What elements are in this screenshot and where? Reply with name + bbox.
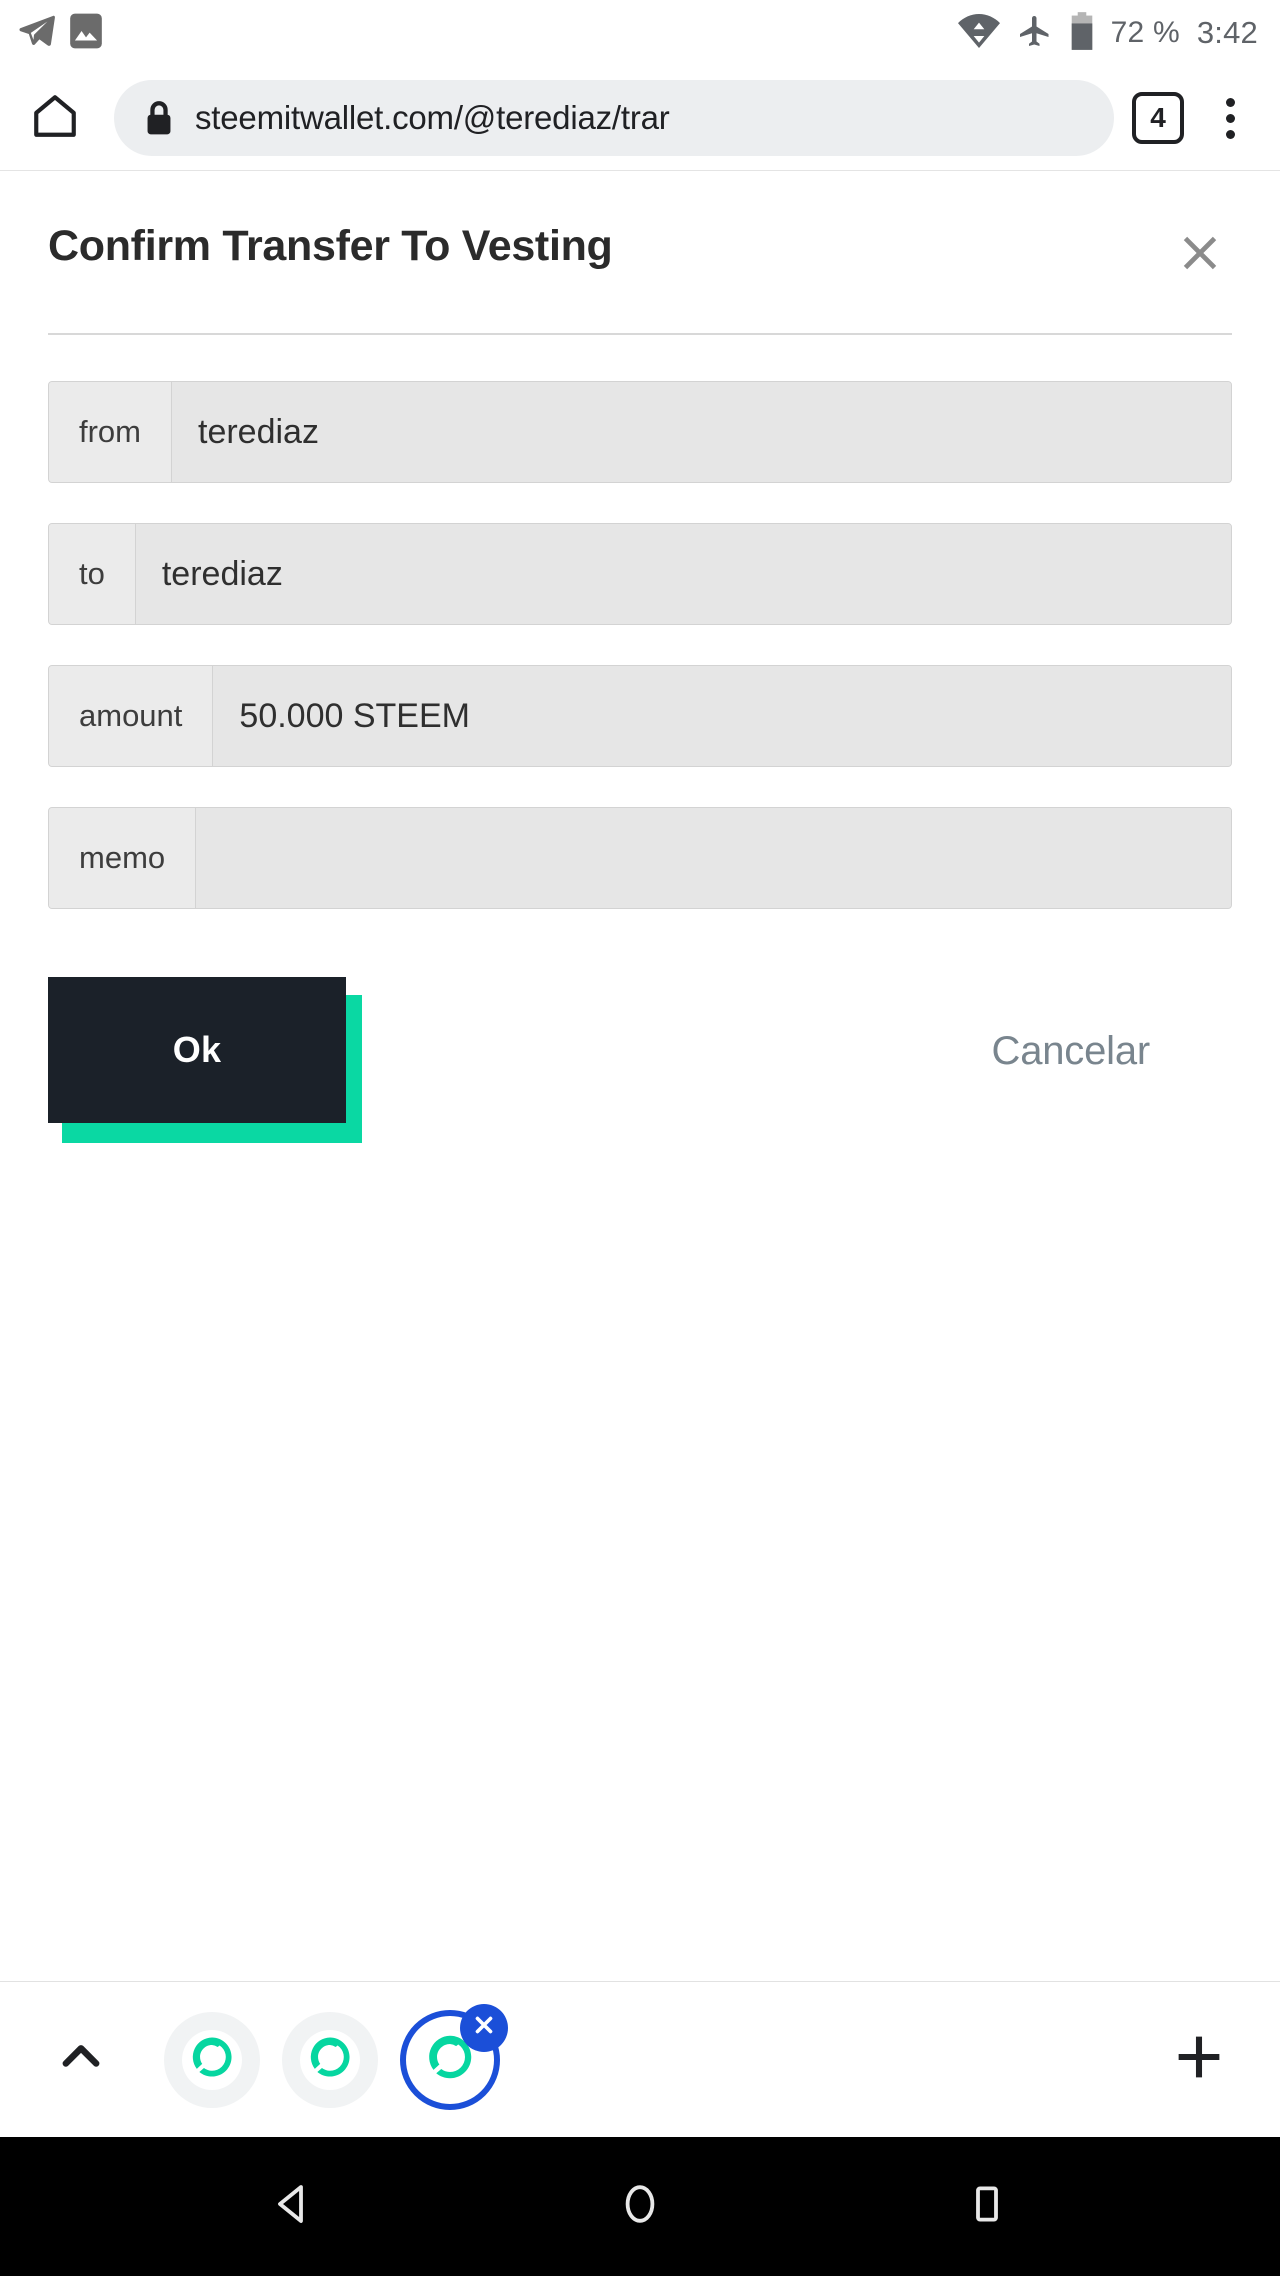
nav-back-button[interactable] — [233, 2147, 353, 2267]
field-label: amount — [49, 666, 214, 766]
tab-strip — [0, 1981, 1280, 2137]
status-bar-left-icons — [18, 12, 102, 55]
photos-icon — [70, 12, 102, 55]
steem-logo-icon — [307, 2034, 353, 2085]
close-tab-button[interactable] — [460, 2003, 508, 2052]
tab-counter-button[interactable]: 4 — [1132, 92, 1184, 144]
field-label: to — [49, 524, 136, 624]
battery-icon — [1070, 11, 1094, 55]
android-nav-bar — [0, 2137, 1280, 2276]
field-value — [196, 808, 1231, 908]
tab-item[interactable] — [164, 2011, 260, 2108]
home-icon — [30, 91, 80, 146]
nav-recents-button[interactable] — [927, 2147, 1047, 2267]
plus-icon — [1173, 2031, 1225, 2088]
field-row-amount: amount 50.000 STEEM — [48, 665, 1232, 767]
dialog-header: Confirm Transfer To Vesting — [48, 171, 1232, 283]
page-title: Confirm Transfer To Vesting — [48, 222, 613, 270]
lock-icon — [144, 100, 174, 136]
status-bar: 72 % 3:42 — [0, 0, 1280, 66]
field-label: from — [49, 382, 172, 482]
nav-home-button[interactable] — [580, 2147, 700, 2267]
confirm-transfer-dialog: Confirm Transfer To Vesting from teredia… — [0, 171, 1280, 1143]
home-button[interactable] — [24, 87, 86, 149]
ok-button[interactable]: Ok — [48, 977, 346, 1123]
expand-tabstrip-button[interactable] — [46, 2025, 116, 2095]
field-row-from: from terediaz — [48, 381, 1232, 483]
header-divider — [48, 333, 1232, 335]
wifi-icon — [957, 13, 1000, 53]
chevron-up-icon — [55, 2031, 107, 2088]
dialog-close-button[interactable] — [1172, 227, 1228, 283]
steem-logo-icon — [189, 2034, 235, 2085]
field-value: terediaz — [135, 524, 1231, 624]
airplane-mode-icon — [1017, 13, 1053, 54]
back-triangle-icon — [269, 2180, 317, 2233]
cancel-button[interactable]: Cancelar — [992, 1029, 1151, 1074]
field-row-to: to terediaz — [48, 523, 1232, 625]
overflow-menu-icon[interactable] — [1206, 87, 1254, 149]
field-value: terediaz — [172, 382, 1231, 482]
tab-item[interactable] — [282, 2011, 378, 2108]
omnibox[interactable]: steemitwallet.com/@terediaz/trar — [114, 80, 1114, 156]
close-tab-icon — [471, 2012, 497, 2043]
page-content: Confirm Transfer To Vesting from teredia… — [0, 171, 1280, 1981]
transfer-fields: from terediaz to terediaz amount 50.000 … — [48, 381, 1232, 909]
field-row-memo: memo — [48, 807, 1232, 909]
ok-button-wrapper: Ok — [48, 977, 362, 1143]
status-bar-clock: 3:42 — [1196, 15, 1258, 50]
tab-counter-label: 4 — [1150, 102, 1166, 133]
tab-list — [164, 2003, 508, 2110]
tab-item-selected[interactable] — [400, 2003, 508, 2110]
new-tab-button[interactable] — [1164, 2025, 1234, 2095]
url-text: steemitwallet.com/@terediaz/trar — [195, 99, 670, 136]
close-icon — [1178, 231, 1222, 280]
telegram-icon — [18, 12, 56, 55]
field-label: memo — [49, 808, 197, 908]
field-value: 50.000 STEEM — [213, 666, 1231, 766]
browser-toolbar: steemitwallet.com/@terediaz/trar 4 — [0, 66, 1280, 171]
home-circle-icon — [616, 2180, 664, 2233]
dialog-actions: Ok Cancelar — [48, 971, 1232, 1143]
status-bar-right-icons: 72 % 3:42 — [957, 11, 1258, 55]
recents-square-icon — [963, 2180, 1011, 2233]
battery-percentage: 72 % — [1110, 16, 1180, 49]
